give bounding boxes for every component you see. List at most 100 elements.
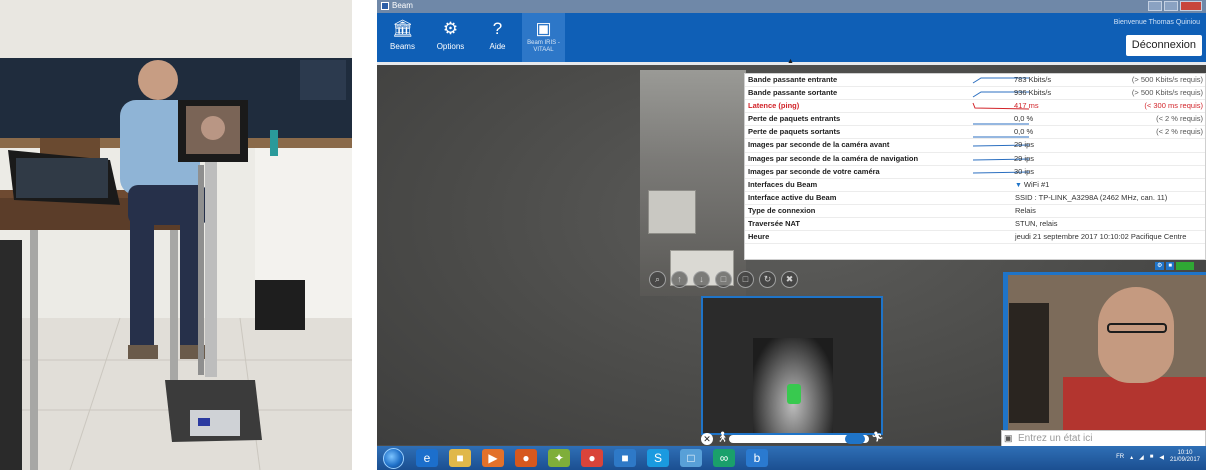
app-toolbar: 🏛︎ Beams ⚙︎ Options ? Aide ▣ Beam IRIS -… (377, 13, 1206, 62)
stat-label: Bande passante entrante (748, 75, 838, 84)
ie-icon[interactable]: e (416, 449, 438, 467)
stat-label: Latence (ping) (748, 101, 800, 111)
logout-button[interactable]: Déconnexion (1125, 35, 1202, 56)
collapse-caret-icon[interactable]: ▲ (787, 58, 794, 65)
window-title: Beam (381, 1, 413, 10)
language-indicator[interactable]: FR (1116, 454, 1124, 460)
connection-stats-panel: Bande passante entrante 783 Kbits/s (> 500… (744, 73, 1206, 260)
person-glasses (1107, 323, 1167, 333)
nav-help-label: Aide (489, 42, 506, 51)
self-view-controls: ⚙︎ ■ (1155, 262, 1195, 270)
volume-bar[interactable] (1003, 275, 1008, 430)
minimize-button[interactable] (1148, 1, 1162, 11)
stat-value: 0,0 % (1014, 127, 1034, 137)
arrow-icon[interactable]: ↓ (693, 271, 710, 288)
beam-robot-icon: ▣ (535, 19, 552, 38)
box-shape (648, 190, 696, 234)
stat-row: Traversée NAT STUN, relais (745, 218, 1205, 232)
self-camera-view[interactable] (1003, 272, 1206, 430)
volume-icon[interactable]: ■ (1166, 262, 1175, 270)
chrome-icon[interactable]: ● (581, 449, 603, 467)
media-icon[interactable]: ▶ (482, 449, 504, 467)
stat-row: Perte de paquets entrants 0,0 % (< 2 % req… (745, 113, 1205, 127)
stat-requirement: (< 2 % requis) (1156, 127, 1203, 137)
stat-requirement: (> 500 Kbits/s requis) (1131, 75, 1203, 84)
building-icon: 🏛︎ (391, 19, 414, 38)
speaker-icon[interactable]: ◀ (1159, 454, 1164, 461)
walk-icon: 🚶︎ (716, 432, 729, 443)
clock[interactable]: 10:10 21/09/2017 (1170, 450, 1200, 464)
video-controls: ⌕ ↑ ↓ □ □ ↻ ✖ (649, 271, 798, 288)
nav-help-button[interactable]: ? Aide (476, 13, 519, 62)
stat-label: Bande passante sortante (748, 88, 838, 98)
stat-value: 29 ips (1014, 140, 1035, 150)
stat-value: Relais (1015, 205, 1036, 215)
navigation-camera-view[interactable] (701, 296, 883, 435)
signal-icon[interactable]: ◢ (1139, 454, 1144, 461)
refresh-icon[interactable]: ↻ (759, 271, 776, 288)
nav-beam-iris-button[interactable]: ▣ Beam IRIS - VITAAL (522, 13, 565, 62)
telepresence-photo (0, 0, 352, 470)
stat-row: Interface active du Beam SSID : TP-LINK_A… (745, 192, 1205, 205)
firefox-icon[interactable]: ● (515, 449, 537, 467)
close-button[interactable] (1180, 1, 1202, 11)
chat-icon: ▣ (1004, 433, 1013, 443)
stat-label: Traversée NAT (748, 219, 800, 229)
stat-requirement: (> 500 Kbits/s requis) (1131, 88, 1203, 98)
skype-icon[interactable]: S (647, 449, 669, 467)
arrow-icon[interactable]: ↑ (671, 271, 688, 288)
stat-label: Images par seconde de la caméra avant (748, 140, 890, 150)
system-tray: FR ▴ ◢ ■ ◀ 10:10 21/09/2017 (1116, 450, 1200, 464)
speed-slider-handle[interactable] (845, 434, 865, 444)
window-title-text: Beam (392, 1, 413, 10)
stat-value: 417 ms (1014, 101, 1039, 111)
background-person (1009, 303, 1049, 423)
help-icon: ? (492, 19, 503, 38)
nav-options-button[interactable]: ⚙︎ Options (429, 13, 472, 62)
run-icon: 🏃︎ (871, 432, 884, 443)
stat-requirement: (< 300 ms requis) (1144, 101, 1203, 111)
stat-row: Images par seconde de la caméra avant 29 … (745, 139, 1205, 153)
hangup-icon[interactable]: ✖ (781, 271, 798, 288)
folder-icon[interactable]: ■ (449, 449, 471, 467)
nav-options-label: Options (436, 42, 465, 51)
clock-time: 10:10 (1177, 450, 1193, 456)
camera-icon[interactable]: □ (715, 271, 732, 288)
meeting-icon[interactable]: ∞ (713, 449, 735, 467)
stat-value: 0,0 % (1014, 114, 1034, 124)
beam-taskbar-icon[interactable]: b (746, 449, 768, 467)
app-icon[interactable]: ■ (614, 449, 636, 467)
gear-icon: ⚙︎ (442, 19, 459, 38)
nav-beams-button[interactable]: 🏛︎ Beams (381, 13, 424, 62)
clock-date: 21/09/2017 (1169, 457, 1200, 463)
stat-row: Images par seconde de la caméra de navig… (745, 153, 1205, 166)
settings-icon[interactable]: ⚙︎ (1155, 262, 1165, 270)
stat-row: Latence (ping) 417 ms (< 300 ms requis) (745, 100, 1205, 114)
stat-value: SSID : TP-LINK_A3298A (2462 MHz, can. 11… (1015, 192, 1168, 202)
monitor-icon[interactable]: □ (680, 449, 702, 467)
stat-label: Type de connexion (748, 205, 816, 215)
stat-label: Images par seconde de la caméra de navig… (748, 153, 919, 163)
network-icon[interactable]: ■ (1150, 454, 1154, 460)
taskbar-apps: e ■ ▶ ● ✦ ● ■ S □ ∞ b (416, 449, 768, 467)
status-input[interactable]: ▣ Entrez un état ici (1001, 430, 1206, 447)
stat-label: Interface active du Beam (748, 192, 837, 202)
stat-label: Interfaces du Beam (748, 179, 818, 189)
zoom-icon[interactable]: ⌕ (649, 271, 666, 288)
stat-label: Perte de paquets entrants (748, 114, 841, 124)
flag-icon[interactable]: ▴ (1130, 454, 1133, 461)
close-icon[interactable]: ✕ (701, 433, 713, 445)
speed-control: ✕ 🚶︎ 🏃︎ (699, 432, 885, 446)
window-controls (1148, 1, 1202, 11)
screen-icon[interactable]: □ (737, 271, 754, 288)
stat-row: Interfaces du Beam ▼ WiFi #1 (745, 179, 1205, 192)
stat-row: Images par seconde de votre caméra 30 ips (745, 166, 1205, 179)
start-button[interactable] (383, 448, 404, 469)
tool-icon[interactable]: ✦ (548, 449, 570, 467)
person-shirt (1063, 377, 1206, 430)
stat-value: jeudi 21 septembre 2017 10:10:02 Pacifiq… (1015, 232, 1187, 242)
beam-app-screen: Beam 🏛︎ Beams ⚙︎ Options ? Aide ▣ Beam I… (377, 0, 1206, 470)
wifi-icon: ▼ (1015, 181, 1024, 189)
maximize-button[interactable] (1164, 1, 1178, 11)
windows-taskbar: e ■ ▶ ● ✦ ● ■ S □ ∞ b FR ▴ ◢ ■ ◀ 10:10 2… (377, 446, 1206, 470)
